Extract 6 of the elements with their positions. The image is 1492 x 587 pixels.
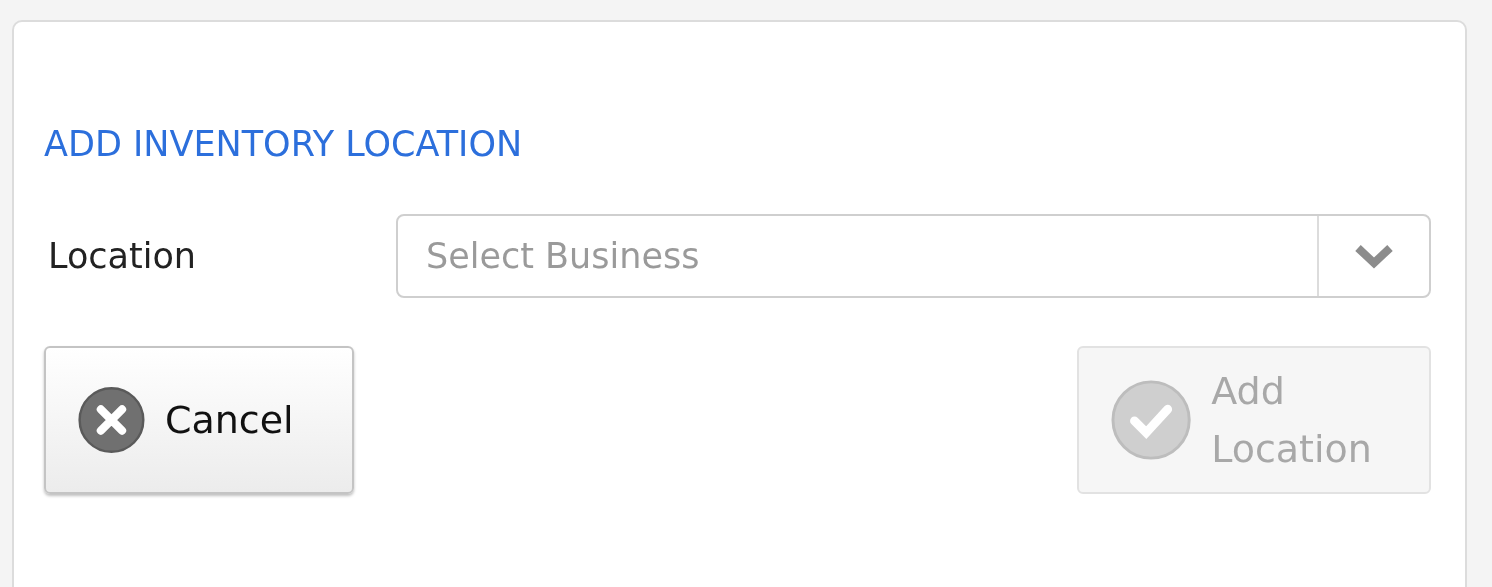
cancel-button[interactable]: Cancel bbox=[44, 346, 354, 494]
business-select[interactable]: Select Business bbox=[396, 214, 1431, 298]
section-title: ADD INVENTORY LOCATION bbox=[44, 123, 523, 166]
checkmark-icon bbox=[1111, 379, 1192, 461]
chevron-down-icon bbox=[1354, 243, 1394, 269]
field-label: Location bbox=[47, 234, 198, 278]
